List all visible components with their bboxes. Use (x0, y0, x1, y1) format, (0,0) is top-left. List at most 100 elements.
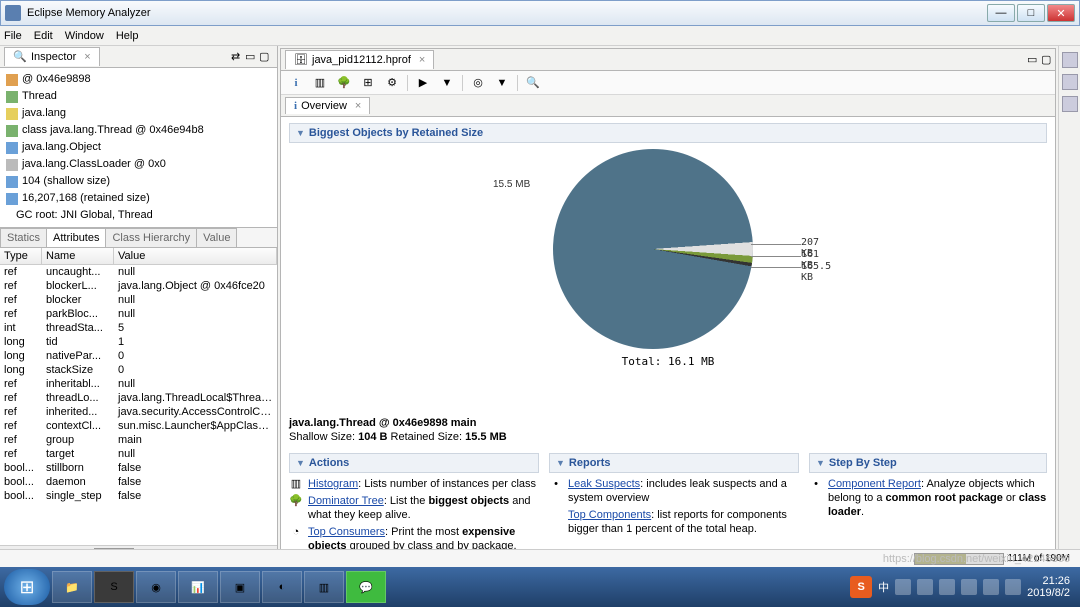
window-maximize-button[interactable]: □ (1017, 4, 1045, 22)
list-item: Top Components: list reports for compone… (549, 508, 799, 536)
link[interactable]: Top Components (568, 509, 651, 521)
outline-icon[interactable] (1062, 52, 1078, 68)
inspector-tab-label: Inspector (31, 51, 76, 63)
dropdown2-icon[interactable]: ▼ (493, 74, 511, 92)
bullet-icon: 🌳 (289, 494, 303, 522)
section-biggest-objects[interactable]: ▼ Biggest Objects by Retained Size (289, 123, 1047, 143)
table-row[interactable]: refblockernull (0, 293, 277, 307)
table-row[interactable]: refinherited...java.security.AccessContr… (0, 405, 277, 419)
table-row[interactable]: refuncaught...null (0, 265, 277, 279)
subtab-value[interactable]: Value (196, 228, 237, 247)
heap-file-icon: 🗄 (294, 53, 308, 67)
perspective-strip (1058, 46, 1080, 561)
chart-total: Total: 16.1 MB (622, 355, 715, 368)
taskbar-sublime[interactable]: S (94, 571, 134, 603)
query-icon[interactable]: ◎ (469, 74, 487, 92)
table-row[interactable]: bool...single_stepfalse (0, 489, 277, 503)
tray-icon[interactable] (917, 579, 933, 595)
table-row[interactable]: refinheritabl...null (0, 377, 277, 391)
bullet-icon (549, 508, 563, 536)
file-tab-label: java_pid12112.hprof (312, 54, 411, 66)
search-icon[interactable]: 🔍 (524, 74, 542, 92)
table-row[interactable]: longtid1 (0, 335, 277, 349)
col-name[interactable]: Name (41, 248, 114, 265)
table-row[interactable]: bool...daemonfalse (0, 475, 277, 489)
table-row[interactable]: refblockerL...java.lang.Object @ 0x46fce… (0, 279, 277, 293)
inspector-pane: 🔍 Inspector × ⇄ ▭ ▢ @ 0x46e9898 Thread j… (0, 46, 278, 561)
start-button[interactable]: ⊞ (4, 569, 50, 605)
sync-icon[interactable]: ⇄ (231, 50, 245, 64)
histogram-icon[interactable]: ▥ (311, 74, 329, 92)
table-row[interactable]: reftargetnull (0, 447, 277, 461)
nav-icon[interactable] (1062, 96, 1078, 112)
maximize-view-icon[interactable]: ▢ (259, 50, 273, 64)
close-overview-icon[interactable]: × (355, 100, 361, 112)
taskbar-eclipse[interactable]: ◐ (262, 571, 302, 603)
col-value[interactable]: Value (113, 248, 277, 265)
clock[interactable]: 21:262019/8/2 (1027, 575, 1070, 599)
actions-panel: ▼Actions ▥Histogram: Lists number of ins… (289, 453, 539, 556)
table-row[interactable]: refparkBloc...null (0, 307, 277, 321)
bullet-icon: • (809, 477, 823, 519)
tray-icon[interactable] (939, 579, 955, 595)
stepbystep-panel: ▼Step By Step •Component Report: Analyze… (809, 453, 1047, 556)
table-row[interactable]: refcontextCl...sun.misc.Launcher$AppClas… (0, 419, 277, 433)
link[interactable]: Top Consumers (308, 526, 385, 538)
memory-label: 111M of 190M (1008, 553, 1070, 564)
info-icon[interactable]: i (287, 74, 305, 92)
notes-icon[interactable] (1062, 74, 1078, 90)
file-tab[interactable]: 🗄 java_pid12112.hprof × (285, 50, 434, 69)
window-titlebar: Eclipse Memory Analyzer ― □ ✕ (0, 0, 1080, 26)
taskbar-explorer[interactable]: 📁 (52, 571, 92, 603)
list-item: ▥Histogram: Lists number of instances pe… (289, 477, 539, 491)
dominator-icon[interactable]: ⊞ (359, 74, 377, 92)
table-row[interactable]: refgroupmain (0, 433, 277, 447)
link[interactable]: Component Report (828, 478, 921, 490)
min-editor-icon[interactable]: ▭ (1027, 53, 1041, 67)
link[interactable]: Leak Suspects (568, 478, 640, 490)
menu-window[interactable]: Window (65, 30, 104, 42)
table-row[interactable]: longstackSize0 (0, 363, 277, 377)
sogou-ime-icon[interactable]: S (850, 576, 872, 598)
tray-volume-icon[interactable] (961, 579, 977, 595)
taskbar-jconsole[interactable]: 📊 (178, 571, 218, 603)
thread-icon[interactable]: ⚙ (383, 74, 401, 92)
menu-help[interactable]: Help (116, 30, 139, 42)
subtab-attributes[interactable]: Attributes (46, 228, 106, 247)
inspector-tab[interactable]: 🔍 Inspector × (4, 47, 100, 66)
tree-icon[interactable]: 🌳 (335, 74, 353, 92)
ime-label: 中 (878, 579, 889, 595)
table-row[interactable]: longnativePar...0 (0, 349, 277, 363)
tray-icon[interactable] (895, 579, 911, 595)
taskbar-app1[interactable]: ▣ (220, 571, 260, 603)
taskbar-wechat[interactable]: 💬 (346, 571, 386, 603)
window-title: Eclipse Memory Analyzer (27, 7, 987, 19)
menu-edit[interactable]: Edit (34, 30, 53, 42)
link[interactable]: Histogram (308, 478, 358, 490)
link[interactable]: Dominator Tree (308, 495, 384, 507)
menu-file[interactable]: File (4, 30, 22, 42)
col-type[interactable]: Type (0, 248, 42, 265)
close-file-icon[interactable]: × (419, 54, 425, 66)
overview-tab[interactable]: i Overview × (285, 97, 370, 114)
run-icon[interactable]: ▶ (414, 74, 432, 92)
subtab-statics[interactable]: Statics (0, 228, 47, 247)
taskbar-chrome[interactable]: ◉ (136, 571, 176, 603)
close-tab-icon[interactable]: × (84, 51, 90, 63)
table-row[interactable]: intthreadSta...5 (0, 321, 277, 335)
memory-bar[interactable] (914, 553, 1004, 565)
tray-flag-icon[interactable] (1005, 579, 1021, 595)
window-close-button[interactable]: ✕ (1047, 4, 1075, 22)
selected-object-sizes: Shallow Size: 104 B Retained Size: 15.5 … (289, 431, 1047, 443)
window-minimize-button[interactable]: ― (987, 4, 1015, 22)
table-row[interactable]: refthreadLo...java.lang.ThreadLocal$Thre… (0, 391, 277, 405)
subtab-classhierarchy[interactable]: Class Hierarchy (105, 228, 197, 247)
class-icon (6, 91, 18, 103)
package-icon (6, 108, 18, 120)
taskbar-app2[interactable]: ▥ (304, 571, 344, 603)
dropdown-icon[interactable]: ▼ (438, 74, 456, 92)
max-editor-icon[interactable]: ▢ (1041, 53, 1055, 67)
table-row[interactable]: bool...stillbornfalse (0, 461, 277, 475)
minimize-view-icon[interactable]: ▭ (245, 50, 259, 64)
tray-network-icon[interactable] (983, 579, 999, 595)
